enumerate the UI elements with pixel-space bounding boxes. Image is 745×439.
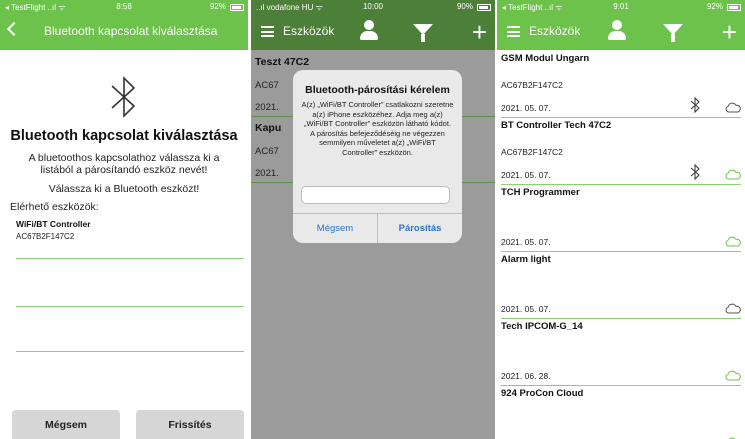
device-list-item[interactable]: GSM Modul Ungarn AC67B2F147C2 2021. 05. 07… — [497, 50, 745, 118]
menu-icon[interactable] — [261, 26, 274, 37]
list-divider — [16, 306, 244, 307]
cloud-icon — [725, 102, 741, 113]
device-name: 924 ProCon Cloud — [501, 388, 584, 399]
list-item-name: Kapu — [255, 122, 282, 134]
battery-icon — [477, 4, 491, 11]
list-item-id: AC67 — [255, 146, 279, 157]
dialog-title: Bluetooth-párosítási kérelem — [305, 84, 450, 96]
list-item-id: AC67 — [255, 80, 279, 91]
list-divider — [16, 351, 244, 352]
status-battery-percent: 90% — [456, 2, 473, 11]
dialog-cancel-button[interactable]: Mégsem — [293, 213, 377, 243]
cloud-icon — [725, 169, 741, 180]
filter-icon[interactable] — [663, 22, 683, 44]
list-item-date: 2021. — [255, 168, 279, 179]
page-title: Bluetooth kapcsolat kiválasztása — [10, 128, 238, 144]
menu-icon[interactable] — [507, 26, 520, 37]
device-date: 2021. 06. 28. — [501, 371, 551, 381]
list-item-date: 2021. — [255, 102, 279, 113]
battery-icon — [230, 4, 244, 11]
user-check-icon[interactable] — [607, 20, 627, 42]
cloud-icon — [725, 303, 741, 314]
cloud-icon — [725, 236, 741, 247]
device-list-screen: ◂ TestFlight ..ıl ᯤ 9:01 92% Eszközök + … — [497, 0, 745, 439]
pairing-request-screen: ..ıl vodafone HU ᯤ 10:00 90% Eszközök + … — [251, 0, 495, 439]
device-list-item[interactable]: TCH Programmer 2021. 05. 07. — [497, 184, 745, 252]
add-icon[interactable]: + — [472, 19, 487, 45]
status-bar: ..ıl vodafone HU ᯤ 10:00 90% — [251, 0, 495, 14]
pairing-code-input[interactable] — [301, 186, 450, 204]
device-list-item[interactable]: BT Controller Tech 47C2 AC67B2F147C2 2021.… — [497, 117, 745, 185]
status-battery-percent: 92% — [209, 2, 226, 11]
device-list-item[interactable]: 924 ProCon Cloud2021. 07. 08. — [497, 385, 745, 439]
status-battery-percent: 92% — [706, 2, 723, 11]
device-id: AC67B2F147C2 — [16, 232, 75, 241]
available-devices-label: Elérhető eszközök: — [10, 201, 99, 213]
device-date: 2021. 05. 07. — [501, 237, 551, 247]
dialog-message: A(z) „WiFi/BT Controller” csatlakozni sz… — [301, 100, 454, 157]
device-list-item[interactable]: WiFi/BT Controller AC67B2F147C2 — [16, 219, 91, 241]
nav-bar: Bluetooth kapcsolat kiválasztása — [0, 14, 248, 50]
list-item-name: Teszt 47C2 — [255, 56, 310, 68]
status-bar: ◂ TestFlight ..ıl ᯤ 9:01 92% — [497, 0, 745, 14]
device-name: WiFi/BT Controller — [16, 219, 91, 229]
add-icon[interactable]: + — [722, 19, 737, 45]
nav-bar: Eszközök + — [251, 14, 495, 50]
device-name: Alarm light — [501, 254, 551, 265]
status-bar: ◂ TestFlight ..ıl ᯤ 8:58 92% — [0, 0, 248, 14]
pair-button[interactable]: Párosítás — [378, 213, 462, 243]
select-prompt: Válassza ki a Bluetooth eszközt! — [48, 183, 200, 195]
user-icon[interactable] — [359, 20, 379, 42]
device-date: 2021. 05. 07. — [501, 304, 551, 314]
device-list-item[interactable]: Tech IPCOM-G_14 2021. 06. 28. — [497, 318, 745, 386]
bluetooth-icon — [690, 96, 700, 114]
cancel-button[interactable]: Mégsem — [12, 410, 120, 439]
device-date: 2021. 05. 07. — [501, 170, 551, 180]
nav-title: Eszközök — [283, 24, 335, 38]
refresh-button[interactable]: Frissítés — [136, 410, 244, 439]
filter-icon[interactable] — [413, 22, 433, 44]
bluetooth-icon — [111, 76, 136, 118]
nav-title: Bluetooth kapcsolat kiválasztása — [44, 24, 218, 38]
device-id: AC67B2F147C2 — [501, 80, 563, 90]
device-date: 2021. 05. 07. — [501, 103, 551, 113]
device-name: BT Controller Tech 47C2 — [501, 120, 612, 131]
device-list-item[interactable]: Alarm light 2021. 05. 07. — [497, 251, 745, 319]
device-name: TCH Programmer — [501, 187, 580, 198]
nav-title: Eszközök — [529, 24, 581, 38]
device-id: AC67B2F147C2 — [501, 147, 563, 157]
bluetooth-select-screen: ◂ TestFlight ..ıl ᯤ 8:58 92% Bluetooth k… — [0, 0, 248, 439]
cloud-icon — [725, 370, 741, 381]
device-name: GSM Modul Ungarn — [501, 53, 590, 64]
device-name: Tech IPCOM-G_14 — [501, 321, 583, 332]
bluetooth-icon — [690, 163, 700, 181]
battery-icon — [727, 4, 741, 11]
back-chevron-icon[interactable] — [6, 21, 22, 37]
nav-bar: Eszközök + — [497, 14, 745, 50]
list-divider — [16, 258, 244, 259]
pairing-dialog: Bluetooth-párosítási kérelem A(z) „WiFi/… — [293, 70, 462, 243]
instructions-text: A bluetoothos kapcsolathoz válassza ki a… — [28, 152, 220, 176]
